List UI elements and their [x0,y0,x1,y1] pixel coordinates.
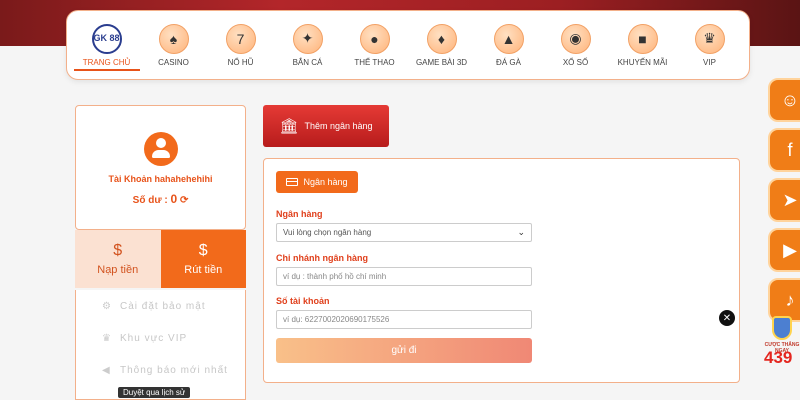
balance-label: Số dư : [132,195,168,206]
bank-building-icon: 🏛 [279,118,299,135]
nav-label: VIP [703,57,716,67]
cards-icon: ♦ [426,23,457,54]
deposit-button[interactable]: $ Nạp tiền [75,230,161,288]
lottery-ball-icon: ◉ [560,23,591,54]
promo-number: 439 [764,348,793,367]
close-icon[interactable]: ✕ [719,310,735,326]
megaphone-icon: ◀ [102,364,111,376]
fish-icon: ✦ [292,23,323,54]
chat-support-icon[interactable]: ☺ [768,78,800,122]
casino-chip-icon: ♠ [158,23,189,54]
youtube-icon[interactable]: ▶ [768,228,800,272]
user-avatar-icon [143,132,178,166]
nav-label: XỔ SỐ [562,57,589,67]
branch-input[interactable]: ví dụ : thành phố hồ chí minh [276,267,532,286]
menu-item-label: Thông báo mới nhất [120,364,228,376]
money-bag-icon: $ [113,242,123,259]
rooster-icon: ▲ [493,23,524,54]
menu-item-vip[interactable]: ♛ Khu vực VIP [76,322,245,354]
nav-item-no-hu[interactable]: 7 NỔ HŨ [208,23,274,67]
nav-label: GAME BÀI 3D [415,57,468,67]
promo-badge[interactable]: CƯỢC THẮNG NGAY 439 [764,312,800,370]
soccer-ball-icon: ● [359,23,390,54]
shield-icon [772,316,792,340]
account-number-field-label: Số tài khoản [276,296,330,306]
menu-item-label: Cài đặt bảo mật [120,300,206,312]
branch-field-label: Chi nhánh ngân hàng [276,253,368,263]
nav-item-xo-so[interactable]: ◉ XỔ SỐ [543,23,609,67]
nav-label: ĐÁ GÀ [496,57,521,67]
hand-coin-icon: $ [198,242,208,259]
facebook-icon[interactable]: f [768,128,800,172]
nav-item-vip[interactable]: ♛ VIP [677,23,743,67]
account-number-placeholder: ví dụ: 6227002020690175526 [283,315,390,324]
nav-item-the-thao[interactable]: ● THỂ THAO [342,23,408,67]
deposit-label: Nạp tiền [97,264,139,276]
refresh-icon[interactable]: ⟳ [180,195,188,206]
bank-field-label: Ngân hàng [276,209,323,219]
withdraw-label: Rút tiền [184,264,223,276]
account-number-input[interactable]: ví dụ: 6227002020690175526 [276,310,532,329]
nav-label: CASINO [158,57,189,67]
account-label: Tài Khoản [108,174,152,184]
menu-item-security[interactable]: ⚙ Cài đặt bảo mật [76,290,245,322]
credit-card-icon [286,178,299,186]
withdraw-button[interactable]: $ Rút tiền [160,230,246,288]
vip-icon: ♛ [102,332,112,344]
slot-machine-icon: 7 [225,23,256,54]
main-nav: GK 88 TRANG CHỦ ♠ CASINO 7 NỔ HŨ ✦ BẮN C… [66,10,750,80]
nav-item-trang-chu[interactable]: GK 88 TRANG CHỦ [73,23,140,71]
nav-label: TRANG CHỦ [82,57,131,67]
bank-select-value: Vui lòng chọn ngân hàng [283,228,372,237]
nav-item-casino[interactable]: ♠ CASINO [141,23,207,67]
vip-crown-icon: ♛ [694,23,725,54]
chevron-down-icon: ⌄ [517,227,525,237]
nav-label: THỂ THAO [354,57,395,67]
bank-form-panel: Ngân hàng Ngân hàng Vui lòng chọn ngân h… [263,158,740,383]
account-name-line: Tài Khoản hahahehehihi [76,174,245,184]
nav-item-da-ga[interactable]: ▲ ĐÁ GÀ [476,23,542,67]
branch-input-placeholder: ví dụ : thành phố hồ chí minh [283,272,387,281]
bank-select[interactable]: Vui lòng chọn ngân hàng ⌄ [276,223,532,242]
gk88-logo-icon: GK 88 [91,23,122,54]
nav-item-game-bai-3d[interactable]: ♦ GAME BÀI 3D [409,23,475,67]
history-tooltip: Duyệt qua lịch sử [118,387,191,398]
add-bank-button[interactable]: 🏛 Thêm ngân hàng [263,105,389,147]
account-menu: ⚙ Cài đặt bảo mật ♛ Khu vực VIP ◀ Thông … [75,290,246,400]
add-bank-label: Thêm ngân hàng [304,121,373,131]
menu-item-notifications[interactable]: ◀ Thông báo mới nhất [76,354,245,386]
menu-item-label: Khu vực VIP [120,332,188,344]
submit-button[interactable]: gửi đi [276,338,532,363]
tab-bank[interactable]: Ngân hàng [276,171,358,193]
nav-label: KHUYẾN MÃI [617,57,668,67]
nav-item-ban-ca[interactable]: ✦ BẮN CÁ [275,23,341,67]
balance-value: 0 [170,192,178,206]
user-shield-icon: ⚙ [102,300,112,312]
tab-bank-label: Ngân hàng [303,177,348,187]
balance-line: Số dư : 0 ⟳ [76,192,245,206]
account-username: hahahehehihi [154,174,213,184]
nav-label: NỔ HŨ [227,57,254,67]
gift-icon: ■ [627,23,658,54]
telegram-icon[interactable]: ➤ [768,178,800,222]
nav-label: BẮN CÁ [292,57,323,67]
wallet-actions: $ Nạp tiền $ Rút tiền [75,230,246,288]
account-panel: Tài Khoản hahahehehihi Số dư : 0 ⟳ [75,105,246,230]
nav-item-khuyen-mai[interactable]: ■ KHUYẾN MÃI [610,23,676,67]
